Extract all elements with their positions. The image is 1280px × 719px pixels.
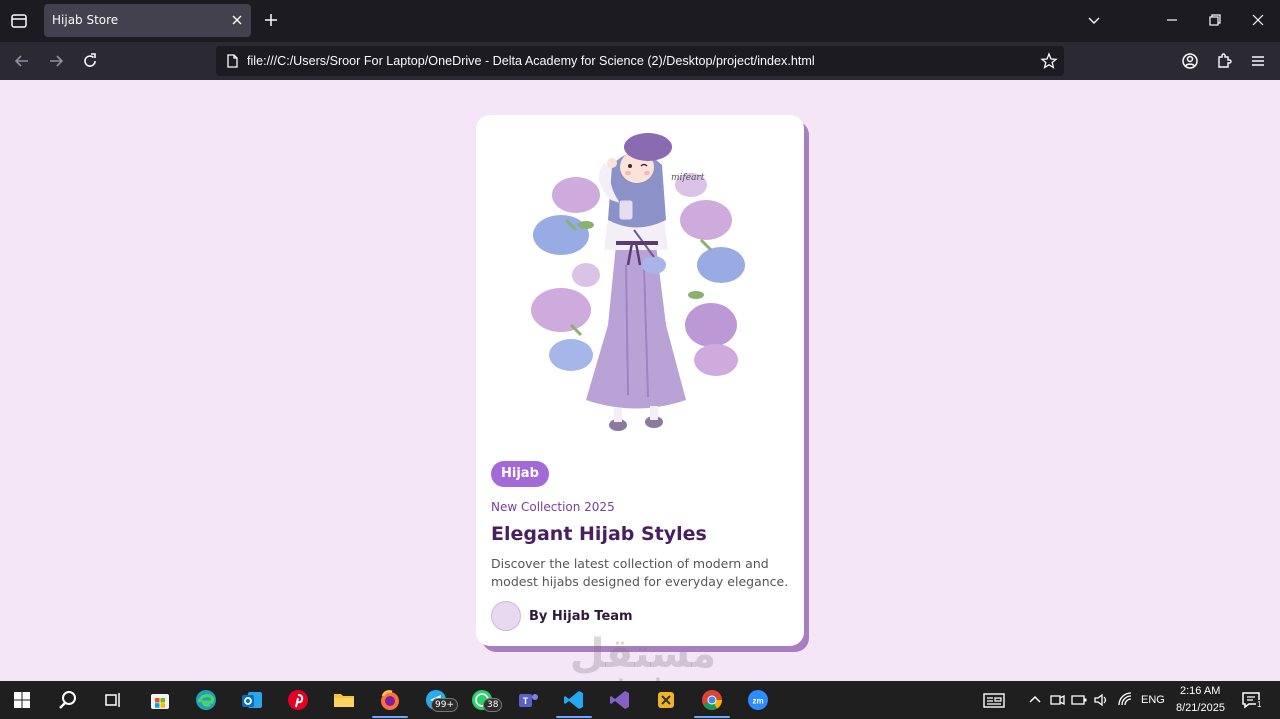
product-card: mifeart Hijab New Collection 2025 Elegan… xyxy=(476,115,804,646)
restore-icon[interactable] xyxy=(1207,12,1223,28)
wifi-icon[interactable] xyxy=(1116,688,1134,712)
firefox-icon[interactable] xyxy=(378,688,402,712)
clock-time[interactable]: 2:16 AM xyxy=(1180,685,1220,697)
edge-icon[interactable] xyxy=(194,688,218,712)
forward-arrow-icon[interactable] xyxy=(46,51,66,71)
collection-subtitle: New Collection 2025 xyxy=(491,500,615,514)
vscode-icon[interactable] xyxy=(562,688,586,712)
visual-studio-icon[interactable] xyxy=(608,688,632,712)
minimize-icon[interactable] xyxy=(1164,12,1180,28)
notification-count: 1 xyxy=(1256,700,1263,709)
url-text[interactable]: file:///C:/Users/Sroor For Laptop/OneDri… xyxy=(247,54,815,68)
volume-icon[interactable] xyxy=(1092,688,1110,712)
tab-overflow-chevron-icon[interactable] xyxy=(1086,12,1102,28)
battery-icon[interactable] xyxy=(1070,688,1088,712)
browser-navbar: file:///C:/Users/Sroor For Laptop/OneDri… xyxy=(0,42,1280,80)
outlook-icon[interactable] xyxy=(240,688,264,712)
whatsapp-badge: 38 xyxy=(483,698,503,712)
svg-text:T: T xyxy=(523,696,529,706)
chrome-active-indicator xyxy=(694,716,730,718)
illustration-signature: mifeart xyxy=(671,173,705,183)
meet-now-icon[interactable] xyxy=(1048,688,1066,712)
windows-start-icon[interactable] xyxy=(10,688,34,712)
snipping-tool-icon[interactable] xyxy=(654,688,678,712)
bookmark-star-icon[interactable] xyxy=(1040,52,1058,70)
hijab-girl-illustration: mifeart xyxy=(531,133,745,431)
card-description: Discover the latest collection of modern… xyxy=(491,556,789,589)
watermark-arabic: مستقل xyxy=(569,631,717,677)
chrome-icon[interactable] xyxy=(700,688,724,712)
pinterest-icon[interactable] xyxy=(286,688,310,712)
author-avatar xyxy=(491,601,521,631)
search-icon[interactable] xyxy=(56,688,80,712)
tray-overflow-chevron-icon[interactable] xyxy=(1026,688,1044,712)
browser-tab[interactable]: Hijab Store xyxy=(44,4,251,37)
teams-icon[interactable]: T xyxy=(516,688,540,712)
back-arrow-icon[interactable] xyxy=(12,51,32,71)
close-tab-icon[interactable] xyxy=(229,12,245,28)
clock-date[interactable]: 8/21/2025 xyxy=(1176,702,1225,714)
tab-list-icon[interactable] xyxy=(8,10,30,32)
browser-tabbar: Hijab Store xyxy=(0,0,1280,42)
firefox-active-indicator xyxy=(372,716,408,718)
reload-icon[interactable] xyxy=(80,51,100,71)
tab-title: Hijab Store xyxy=(52,13,119,27)
extensions-puzzle-icon[interactable] xyxy=(1214,51,1234,71)
menu-hamburger-icon[interactable] xyxy=(1248,51,1268,71)
windows-taskbar: 99+ 38 T zm ENG 2:16 AM 8/21/2025 1 xyxy=(0,681,1280,719)
news-widget-icon[interactable] xyxy=(982,688,1006,712)
vscode-active-indicator xyxy=(556,716,592,718)
svg-text:zm: zm xyxy=(752,697,763,706)
zoom-icon[interactable]: zm xyxy=(746,688,770,712)
close-window-icon[interactable] xyxy=(1250,12,1266,28)
task-view-icon[interactable] xyxy=(101,688,125,712)
card-title: Elegant Hijab Styles xyxy=(491,523,707,545)
microsoft-store-icon[interactable] xyxy=(148,688,172,712)
file-explorer-icon[interactable] xyxy=(332,688,356,712)
address-bar[interactable]: file:///C:/Users/Sroor For Laptop/OneDri… xyxy=(216,46,1064,76)
account-icon[interactable] xyxy=(1180,51,1200,71)
category-tag: Hijab xyxy=(491,461,549,487)
file-icon xyxy=(227,54,238,68)
author-name: By Hijab Team xyxy=(529,609,633,624)
language-indicator[interactable]: ENG xyxy=(1141,694,1165,706)
telegram-badge: 99+ xyxy=(431,698,458,712)
new-tab-icon[interactable] xyxy=(262,11,280,29)
